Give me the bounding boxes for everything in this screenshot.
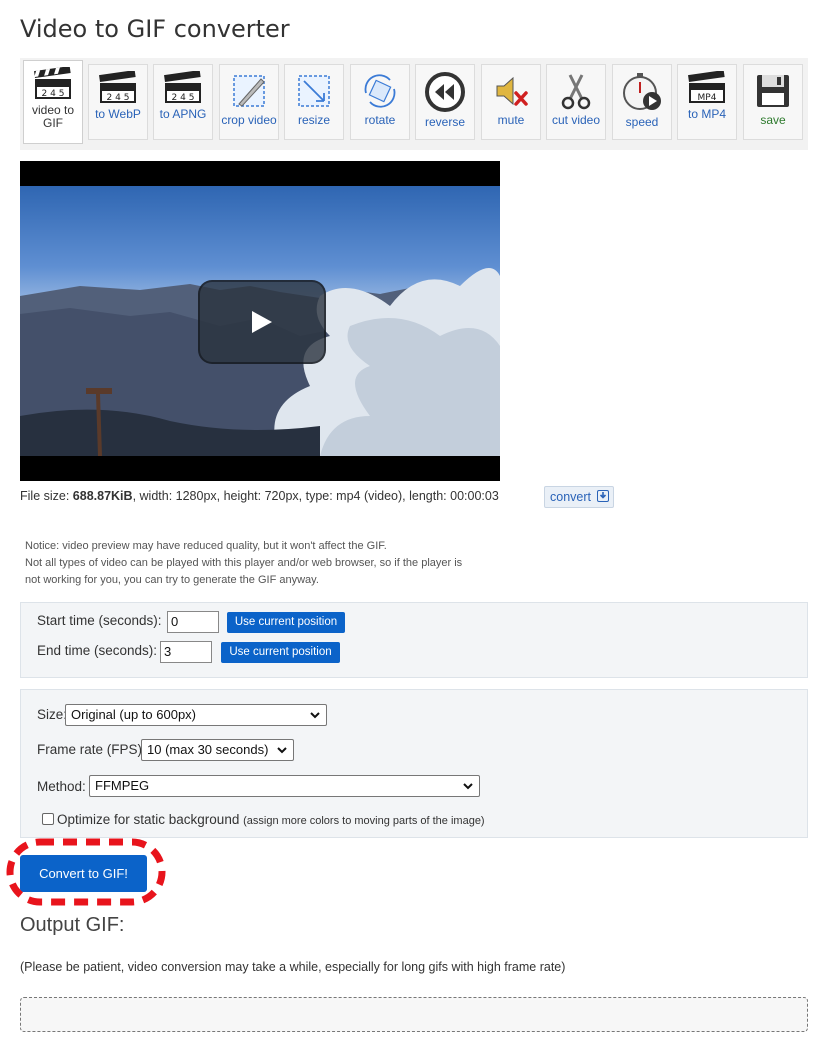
clapperboard-icon: 2 4 5 <box>99 71 136 103</box>
tool-label: rotate <box>364 113 396 127</box>
tool-label: to APNG <box>159 107 207 121</box>
tool-reverse[interactable]: reverse <box>415 64 475 140</box>
tool-to-apng[interactable]: 2 4 5 to APNG <box>153 64 213 140</box>
rewind-icon <box>425 72 465 112</box>
end-time-label: End time (seconds): <box>37 643 158 658</box>
tool-speed[interactable]: speed <box>612 64 672 140</box>
tool-video-to-gif[interactable]: 2 4 5 video to GIF <box>23 60 83 144</box>
speaker-muted-icon <box>496 76 528 106</box>
resize-icon <box>298 75 330 107</box>
chevron-down-icon <box>463 783 473 790</box>
tool-label: resize <box>297 113 330 127</box>
size-label: Size: <box>37 707 68 722</box>
chevron-down-icon <box>277 747 287 754</box>
fps-label: Frame rate (FPS): <box>37 742 146 757</box>
clapperboard-icon: MP4 <box>688 71 725 103</box>
svg-text:2 4 5: 2 4 5 <box>107 93 130 103</box>
start-time-label: Start time (seconds): <box>37 613 162 628</box>
tool-resize[interactable]: resize <box>284 64 344 140</box>
output-gif-title: Output GIF: <box>20 914 125 936</box>
optimize-checkbox[interactable] <box>42 813 54 825</box>
tool-toolbar: 2 4 5 video to GIF 2 4 5 to WebP 2 4 5 t… <box>20 58 808 150</box>
svg-text:2 4 5: 2 4 5 <box>172 93 195 103</box>
clapperboard-icon: 2 4 5 <box>34 67 71 99</box>
tool-rotate[interactable]: rotate <box>350 64 410 140</box>
tool-to-mp4[interactable]: MP4 to MP4 <box>677 64 737 140</box>
rotate-icon <box>364 74 396 108</box>
page-title: Video to GIF converter <box>20 15 290 43</box>
size-select[interactable]: Original (up to 600px) <box>65 704 327 726</box>
tool-to-webp[interactable]: 2 4 5 to WebP <box>88 64 148 140</box>
play-button[interactable] <box>198 280 326 364</box>
tool-crop-video[interactable]: crop video <box>219 64 279 140</box>
tool-label: reverse <box>424 115 465 129</box>
clapperboard-icon: 2 4 5 <box>164 71 201 103</box>
convert-to-gif-button[interactable]: Convert to GIF! <box>20 855 147 892</box>
tool-save[interactable]: save <box>743 64 803 140</box>
method-label: Method: <box>37 779 86 794</box>
svg-text:MP4: MP4 <box>698 93 717 103</box>
tool-label: to MP4 <box>687 107 726 121</box>
convert-file-button[interactable]: convert <box>544 486 614 508</box>
use-current-position-start-button[interactable]: Use current position <box>227 612 345 633</box>
tool-label: mute <box>497 113 525 127</box>
output-gif-area <box>20 997 808 1032</box>
tool-cut-video[interactable]: cut video <box>546 64 606 140</box>
tool-mute[interactable]: mute <box>481 64 541 140</box>
method-select[interactable]: FFMPEG <box>89 775 480 797</box>
svg-text:2 4 5: 2 4 5 <box>42 89 65 99</box>
end-time-input[interactable]: 3 <box>160 641 212 663</box>
tool-label: cut video <box>551 113 601 127</box>
tool-label: crop video <box>221 113 277 127</box>
video-player[interactable] <box>20 161 500 481</box>
tool-label: save <box>760 113 786 127</box>
tool-label: speed <box>625 115 659 129</box>
floppy-disk-icon <box>757 75 789 107</box>
chevron-down-icon <box>310 712 320 719</box>
preview-notice: Notice: video preview may have reduced q… <box>25 540 463 586</box>
stopwatch-icon <box>623 73 661 110</box>
start-time-input[interactable]: 0 <box>167 611 219 633</box>
scissors-icon <box>561 74 591 110</box>
file-size: 688.87KiB <box>72 489 133 503</box>
crop-icon <box>233 75 265 107</box>
tool-label: to WebP <box>95 107 141 121</box>
conversion-note: (Please be patient, video conversion may… <box>20 960 566 974</box>
play-icon <box>252 311 272 333</box>
tool-label: video to GIF <box>31 103 75 130</box>
file-info: File size: 688.87KiB, width: 1280px, hei… <box>20 489 499 503</box>
time-panel: Start time (seconds): 0 Use current posi… <box>20 602 808 678</box>
download-arrow-icon <box>597 490 609 502</box>
use-current-position-end-button[interactable]: Use current position <box>221 642 340 663</box>
fps-select[interactable]: 10 (max 30 seconds) <box>141 739 294 761</box>
optimize-label: Optimize for static background (assign m… <box>57 812 485 827</box>
options-panel: Size: Original (up to 600px) Frame rate … <box>20 689 808 838</box>
